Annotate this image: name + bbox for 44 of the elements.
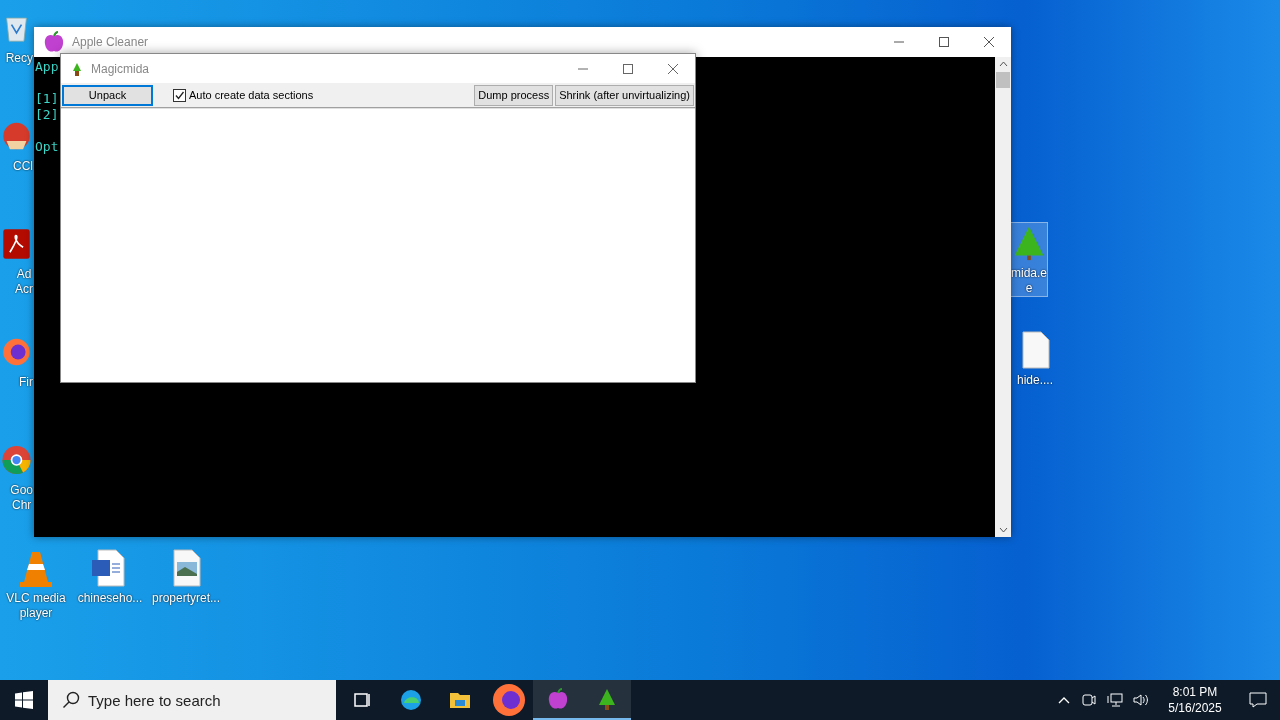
icon-label[interactable]: mida.e e [1011,266,1047,296]
console-text: [1] [35,91,59,107]
unpack-button[interactable]: Unpack [62,84,153,106]
icon-label[interactable]: VLC media player [6,591,66,621]
shrink-button[interactable]: Shrink (after unvirtualizing) [555,84,694,106]
notification-icon [1249,692,1267,708]
checkbox[interactable] [173,88,186,102]
checkbox-label: Auto create data sections [189,87,314,103]
checkbox-option[interactable]: Auto create data sections [173,86,314,104]
clock-time[interactable]: 8:01 PM [1172,684,1218,700]
window-title: Apple Cleaner [72,34,149,51]
apple-icon [42,30,66,54]
task-view-icon [351,690,372,710]
icon-label[interactable]: Recy [5,51,33,66]
icon-label[interactable]: Fir [19,375,33,390]
scrollbar[interactable] [995,57,1011,537]
volume-icon[interactable] [1133,693,1149,707]
icon-label[interactable]: CCl [13,159,33,174]
maximize-icon [938,37,949,47]
edge-icon [398,688,423,712]
window-title: Magicmida [91,60,150,78]
icon-label[interactable]: chineseho... [77,591,143,606]
maximize-icon [622,63,633,74]
console-text: [2] [35,107,59,123]
dump-button[interactable]: Dump process [474,84,554,106]
close-icon [667,63,678,74]
console-text: Opt [35,139,59,155]
search-field[interactable]: Type here to search [48,680,336,720]
search-icon [62,691,80,709]
clock-date[interactable]: 5/16/2025 [1168,700,1222,716]
console-text: App [35,59,59,75]
chevron-up-icon[interactable] [1058,696,1070,704]
windows-logo [15,691,33,709]
network-icon[interactable] [1107,693,1123,707]
taskbar-app[interactable] [582,680,631,720]
close-icon [983,37,994,47]
icon-label[interactable]: propertyret... [152,591,220,606]
icon-label[interactable]: Ad Acr [15,267,33,297]
taskbar-app[interactable] [533,680,582,720]
icon-label[interactable]: hide.... [1017,373,1053,388]
desktop-icon[interactable]: mida.e e [1010,222,1048,297]
camera-icon[interactable] [1082,693,1096,707]
scroll-thumb[interactable] [996,72,1010,88]
icon-label[interactable]: Goo Chr [10,483,33,513]
